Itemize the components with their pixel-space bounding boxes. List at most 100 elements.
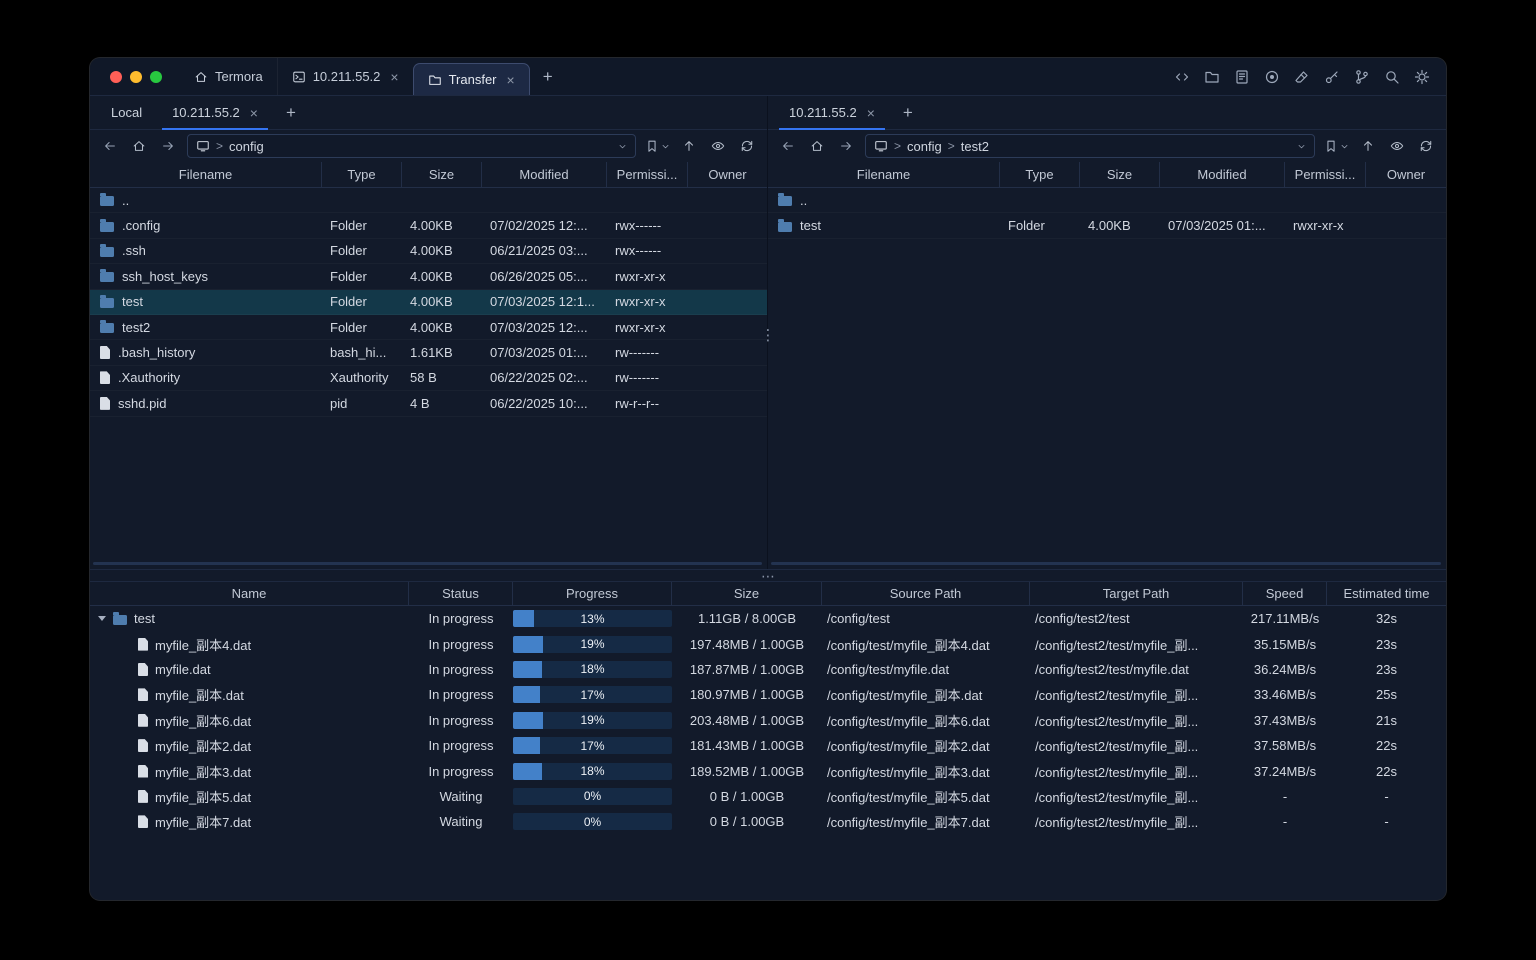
file-row[interactable]: sshd.pid pid 4 B 06/22/2025 10:... rw-r-…: [90, 391, 767, 416]
back-button[interactable]: [100, 136, 120, 156]
file-name: sshd.pid: [118, 395, 167, 411]
column-header-size[interactable]: Size: [1080, 162, 1160, 187]
close-tab-icon[interactable]: ×: [507, 73, 515, 87]
show-hidden-files-button[interactable]: [1387, 136, 1407, 156]
settings-gear-icon[interactable]: [1414, 69, 1430, 85]
home-button[interactable]: [807, 136, 827, 156]
file-row[interactable]: .bash_history bash_hi... 1.61KB 07/03/20…: [90, 340, 767, 365]
chevron-down-icon[interactable]: [661, 142, 670, 151]
forward-button[interactable]: [158, 136, 178, 156]
refresh-button[interactable]: [1416, 136, 1436, 156]
new-tab-button[interactable]: +: [530, 58, 566, 95]
code-icon[interactable]: [1174, 69, 1190, 85]
log-icon[interactable]: [1234, 69, 1250, 85]
close-tab-icon[interactable]: ×: [390, 70, 398, 84]
column-header-size[interactable]: Size: [402, 162, 482, 187]
parent-directory-button[interactable]: [1358, 136, 1378, 156]
vertical-splitter-handle[interactable]: ⋮: [761, 328, 776, 343]
file-row[interactable]: .ssh Folder 4.00KB 06/21/2025 03:... rwx…: [90, 239, 767, 264]
file-row[interactable]: test Folder 4.00KB 07/03/2025 01:... rwx…: [768, 213, 1446, 238]
expand-chevron-icon[interactable]: [98, 616, 106, 622]
home-icon: [811, 141, 823, 151]
transfer-row[interactable]: myfile_副本2.dat In progress 17% 181.43MB …: [90, 733, 1446, 758]
file-row[interactable]: ..: [768, 188, 1446, 213]
file-row-selected[interactable]: test Folder 4.00KB 07/03/2025 12:1... rw…: [90, 289, 767, 315]
column-header-modified[interactable]: Modified: [1160, 162, 1285, 187]
tab-transfer[interactable]: Transfer ×: [412, 63, 530, 95]
folder-icon[interactable]: [1204, 69, 1220, 85]
file-row[interactable]: .Xauthority Xauthority 58 B 06/22/2025 0…: [90, 366, 767, 391]
transfer-row[interactable]: myfile.dat In progress 18% 187.87MB / 1.…: [90, 657, 1446, 682]
chevron-down-icon[interactable]: [1340, 142, 1349, 151]
transfer-speed: 37.58MB/s: [1253, 738, 1317, 754]
transfer-row[interactable]: myfile_副本4.dat In progress 19% 197.48MB …: [90, 631, 1446, 656]
column-header-progress[interactable]: Progress: [513, 582, 672, 605]
column-header-modified[interactable]: Modified: [482, 162, 607, 187]
close-tab-icon[interactable]: ×: [867, 106, 875, 120]
column-header-size[interactable]: Size: [672, 582, 822, 605]
eraser-icon[interactable]: [1294, 69, 1310, 85]
column-header-permissions[interactable]: Permissi...: [607, 162, 688, 187]
record-icon[interactable]: [1264, 69, 1280, 85]
transfer-row[interactable]: myfile_副本.dat In progress 17% 180.97MB /…: [90, 682, 1446, 707]
new-pane-tab-button[interactable]: +: [273, 96, 309, 129]
refresh-button[interactable]: [737, 136, 757, 156]
column-header-target-path[interactable]: Target Path: [1030, 582, 1243, 605]
column-header-status[interactable]: Status: [409, 582, 513, 605]
column-header-name[interactable]: Name: [90, 582, 409, 605]
tab-local[interactable]: Local: [96, 96, 157, 129]
search-icon[interactable]: [1384, 69, 1400, 85]
transfer-row[interactable]: myfile_副本3.dat In progress 18% 189.52MB …: [90, 758, 1446, 783]
tab-host-10-211-55-2[interactable]: 10.211.55.2 ×: [276, 58, 413, 95]
breadcrumb-segment[interactable]: test2: [961, 139, 989, 154]
parent-directory-button[interactable]: [679, 136, 699, 156]
bookmark-button[interactable]: [645, 139, 670, 153]
breadcrumb-dropdown-caret[interactable]: [1297, 142, 1306, 151]
new-pane-tab-button[interactable]: +: [890, 96, 926, 129]
left-breadcrumb[interactable]: > config: [187, 134, 636, 158]
breadcrumb-separator: >: [216, 139, 224, 153]
transfer-row[interactable]: myfile_副本6.dat In progress 19% 203.48MB …: [90, 708, 1446, 733]
branch-icon[interactable]: [1354, 69, 1370, 85]
column-header-speed[interactable]: Speed: [1243, 582, 1327, 605]
forward-button[interactable]: [836, 136, 856, 156]
transfer-eta: -: [1384, 814, 1389, 830]
column-header-filename[interactable]: Filename: [90, 162, 322, 187]
close-tab-icon[interactable]: ×: [250, 106, 258, 120]
horizontal-splitter[interactable]: ⋯: [90, 569, 1446, 583]
column-header-owner[interactable]: Owner: [688, 162, 767, 187]
file-icon: [138, 688, 148, 702]
minimize-window-button[interactable]: [130, 70, 142, 83]
tab-remote-host[interactable]: 10.211.55.2 ×: [774, 96, 890, 130]
right-breadcrumb[interactable]: > config > test2: [865, 134, 1315, 158]
column-header-type[interactable]: Type: [322, 162, 402, 187]
home-button[interactable]: [129, 136, 149, 156]
file-row[interactable]: ..: [90, 188, 767, 213]
column-header-estimated-time[interactable]: Estimated time: [1327, 582, 1446, 605]
show-hidden-files-button[interactable]: [708, 136, 728, 156]
tab-remote-host[interactable]: 10.211.55.2 ×: [157, 96, 273, 130]
breadcrumb-segment[interactable]: config: [907, 139, 942, 154]
transfer-row[interactable]: myfile_副本7.dat Waiting 0% 0 B / 1.00GB /…: [90, 809, 1446, 834]
file-row[interactable]: test2 Folder 4.00KB 07/03/2025 12:... rw…: [90, 315, 767, 340]
close-window-button[interactable]: [110, 70, 122, 83]
column-header-owner[interactable]: Owner: [1366, 162, 1446, 187]
column-header-filename[interactable]: Filename: [768, 162, 1000, 187]
transfer-row[interactable]: myfile_副本5.dat Waiting 0% 0 B / 1.00GB /…: [90, 784, 1446, 809]
breadcrumb-segment[interactable]: config: [229, 139, 264, 154]
progress-percent: 17%: [580, 738, 605, 753]
tab-termora[interactable]: Termora: [180, 58, 277, 95]
bookmark-button[interactable]: [1324, 139, 1349, 153]
column-header-source-path[interactable]: Source Path: [822, 582, 1030, 605]
folder-icon: [428, 75, 441, 85]
back-button[interactable]: [778, 136, 798, 156]
zoom-window-button[interactable]: [150, 70, 162, 83]
key-icon[interactable]: [1324, 69, 1340, 85]
progress-percent: 13%: [580, 611, 605, 626]
file-row[interactable]: ssh_host_keys Folder 4.00KB 06/26/2025 0…: [90, 264, 767, 289]
column-header-permissions[interactable]: Permissi...: [1285, 162, 1366, 187]
transfer-row-parent[interactable]: test In progress 13% 1.11GB / 8.00GB /co…: [90, 606, 1446, 631]
column-header-type[interactable]: Type: [1000, 162, 1080, 187]
file-row[interactable]: .config Folder 4.00KB 07/02/2025 12:... …: [90, 213, 767, 238]
breadcrumb-dropdown-caret[interactable]: [618, 142, 627, 151]
